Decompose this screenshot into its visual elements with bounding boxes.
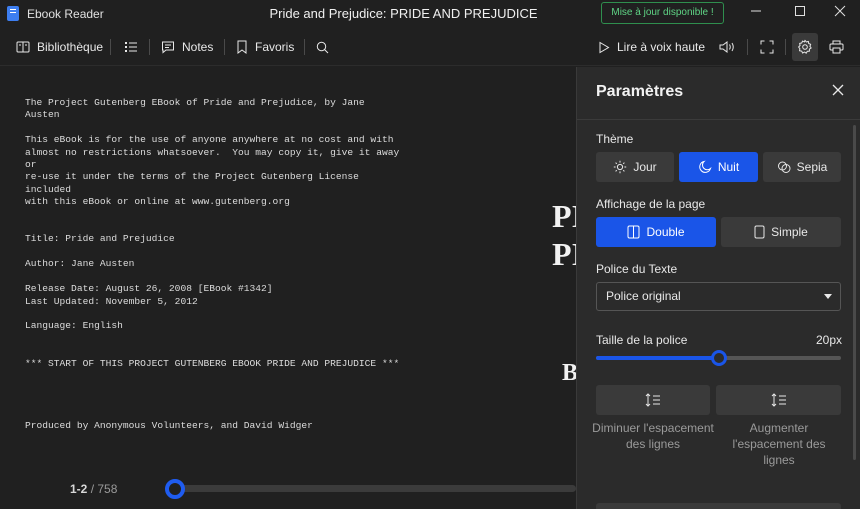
increase-line-spacing-button[interactable] xyxy=(716,385,841,415)
settings-panel: Paramètres Thème Jour Nuit Sepia Afficha… xyxy=(576,67,860,509)
chevron-down-icon xyxy=(824,294,832,299)
reading-area[interactable]: The Project Gutenberg EBook of Pride and… xyxy=(0,67,576,509)
increase-line-spacing-caption: Augmenter l'espacement des lignes xyxy=(732,421,826,467)
speaker-icon xyxy=(719,41,734,53)
font-size-label: Taille de la police xyxy=(596,333,688,347)
total-pages: 758 xyxy=(97,482,118,496)
reading-progress-track[interactable] xyxy=(175,485,576,492)
settings-title: Paramètres xyxy=(596,83,684,100)
single-page-icon xyxy=(754,225,765,239)
play-icon xyxy=(599,41,610,53)
current-pages: 1-2 xyxy=(70,482,88,496)
theme-day-label: Jour xyxy=(633,160,657,174)
maximize-icon[interactable] xyxy=(788,4,812,22)
fullscreen-icon xyxy=(760,40,774,54)
toolbar-divider xyxy=(149,39,150,55)
theme-sepia-label: Sepia xyxy=(796,160,828,174)
font-size-slider-fill xyxy=(596,356,717,360)
font-select[interactable]: Police original xyxy=(596,282,841,311)
bookmarks-button[interactable]: Favoris xyxy=(236,28,294,66)
font-size-slider-thumb[interactable] xyxy=(710,350,727,366)
theme-label: Thème xyxy=(596,132,634,146)
toolbar-divider xyxy=(110,39,111,55)
page-display-double-label: Double xyxy=(646,225,685,239)
notes-icon xyxy=(162,41,174,54)
printer-icon xyxy=(829,40,844,54)
list-icon xyxy=(125,42,137,52)
panel-next-section xyxy=(596,503,841,509)
font-size-value: 20px xyxy=(816,333,843,347)
bookmark-icon xyxy=(237,40,247,54)
moon-icon xyxy=(699,160,712,173)
notes-label: Notes xyxy=(182,40,214,54)
title-bar: Ebook Reader Pride and Prejudice: PRIDE … xyxy=(0,0,860,28)
page-display-label: Affichage de la page xyxy=(596,197,706,211)
toolbar-divider xyxy=(304,39,305,55)
read-aloud-button[interactable]: Lire à voix haute xyxy=(598,28,705,66)
page-counter: 1-2 / 758 xyxy=(70,482,117,496)
library-button[interactable]: Bibliothèque xyxy=(16,28,103,66)
page-display-single-label: Simple xyxy=(771,225,808,239)
library-label: Bibliothèque xyxy=(37,40,104,54)
toolbar: Bibliothèque Notes Favoris Lire à voix h… xyxy=(0,28,860,66)
fullscreen-button[interactable] xyxy=(760,28,774,66)
toolbar-divider xyxy=(224,39,225,55)
decrease-line-spacing-button[interactable] xyxy=(596,385,710,415)
gear-icon xyxy=(798,39,812,54)
toolbar-divider xyxy=(747,39,748,55)
theme-night-button[interactable]: Nuit xyxy=(679,152,758,182)
bookmarks-label: Favoris xyxy=(255,40,295,54)
right-page-author: B xyxy=(562,360,576,386)
right-page-title-line: PI xyxy=(552,236,576,272)
library-icon xyxy=(16,41,30,53)
update-available-button[interactable]: Mise à jour disponible ! xyxy=(601,2,724,24)
notes-button[interactable]: Notes xyxy=(161,28,213,66)
theme-day-button[interactable]: Jour xyxy=(596,152,674,182)
minimize-icon[interactable] xyxy=(744,4,768,22)
table-of-contents-button[interactable] xyxy=(124,28,138,66)
right-page-title: PI PI xyxy=(552,197,576,273)
line-spacing-decrease-icon xyxy=(645,393,660,407)
panel-divider xyxy=(577,119,860,120)
left-page-text: The Project Gutenberg EBook of Pride and… xyxy=(25,97,400,431)
sun-icon xyxy=(614,160,627,174)
close-settings-icon[interactable] xyxy=(831,83,847,99)
theme-night-label: Nuit xyxy=(717,160,740,174)
line-spacing-increase-icon xyxy=(771,393,786,407)
toolbar-divider xyxy=(785,39,786,55)
page-separator: / xyxy=(90,482,95,496)
font-select-value: Police original xyxy=(606,289,681,303)
volume-button[interactable] xyxy=(719,28,737,66)
read-aloud-label: Lire à voix haute xyxy=(617,40,706,54)
double-page-icon xyxy=(627,225,640,239)
print-button[interactable] xyxy=(829,28,844,66)
panel-scrollbar[interactable] xyxy=(853,125,856,460)
font-label: Police du Texte xyxy=(596,262,678,276)
search-button[interactable] xyxy=(316,28,329,66)
close-window-icon[interactable] xyxy=(828,4,852,22)
settings-button[interactable] xyxy=(792,33,818,61)
right-page-title-line: PI xyxy=(552,198,576,234)
theme-sepia-button[interactable]: Sepia xyxy=(763,152,841,182)
page-display-double-button[interactable]: Double xyxy=(596,217,716,247)
search-icon xyxy=(316,41,329,53)
page-display-single-button[interactable]: Simple xyxy=(721,217,841,247)
decrease-line-spacing-caption: Diminuer l'espacement des lignes xyxy=(592,421,714,451)
reading-progress-thumb[interactable] xyxy=(165,479,185,499)
sepia-icon xyxy=(777,161,791,173)
